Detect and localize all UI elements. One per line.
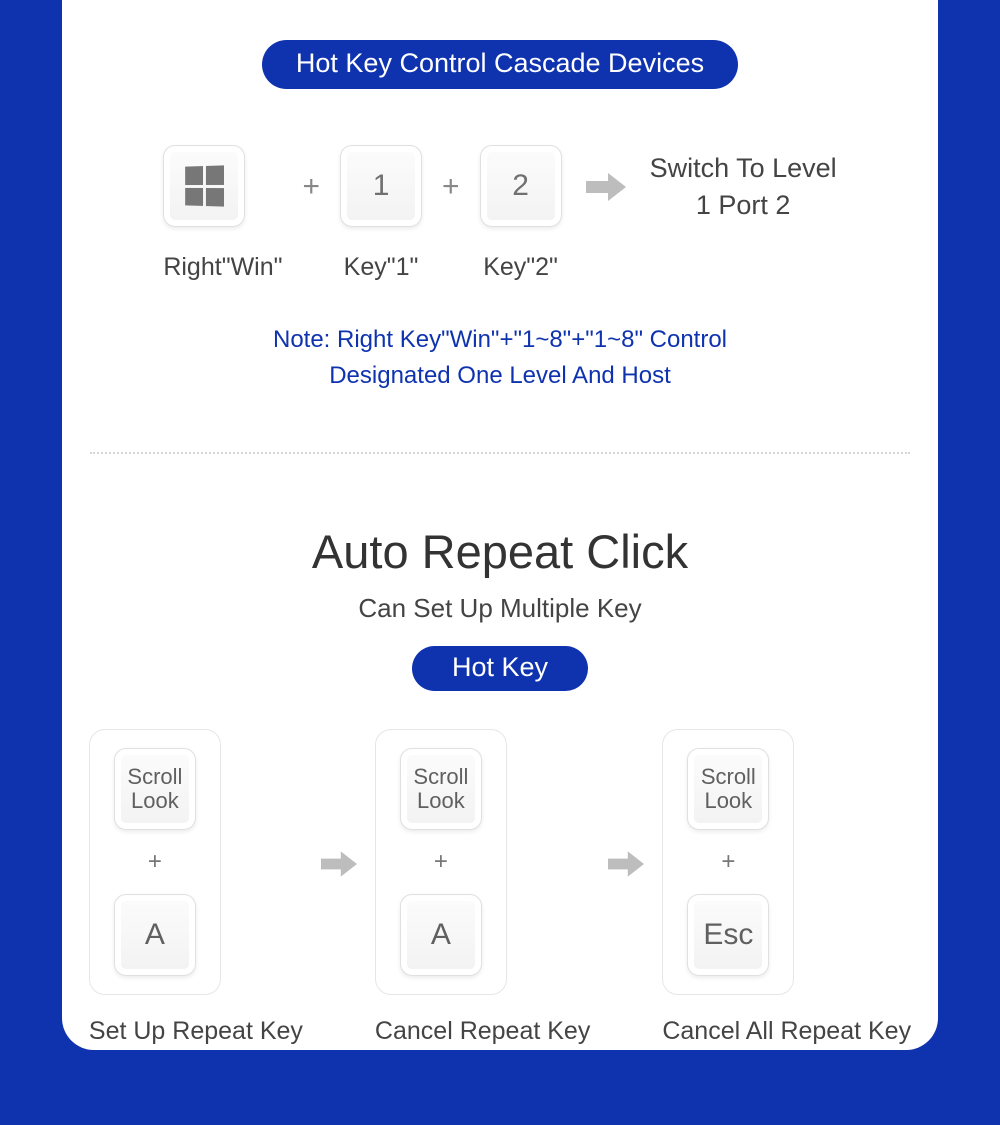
plus-sign: + xyxy=(148,848,162,876)
group-box: ScrollLook + A xyxy=(89,729,221,995)
result-line: Switch To Level xyxy=(650,150,837,186)
cascade-result: Switch To Level 1 Port 2 xyxy=(650,150,837,277)
key-label-2: Key"2" xyxy=(480,253,562,282)
ps-note: PS: Key"A" Can Instead Of Other Key xyxy=(62,1080,938,1109)
keycap-a: A xyxy=(114,894,196,976)
keycap-1: 1 xyxy=(340,145,422,227)
key-block-2: 2 Key"2" xyxy=(480,145,562,282)
keycap-a: A xyxy=(400,894,482,976)
group-label: Set Up Repeat Key xyxy=(89,1017,303,1046)
key-text: Look xyxy=(704,788,752,813)
group-cancel-all: ScrollLook + Esc Cancel All Repeat Key xyxy=(662,729,911,1046)
group-label: Cancel Repeat Key xyxy=(375,1017,590,1046)
keycap-win xyxy=(163,145,245,227)
arrow-right-icon xyxy=(315,851,363,925)
key-text: Scroll xyxy=(413,764,468,789)
plus-sign: + xyxy=(440,170,462,258)
content-card: Hot Key Control Cascade Devices Right"Wi… xyxy=(62,0,938,1050)
keycap-scroll-lock: ScrollLook xyxy=(114,748,196,830)
cascade-note: Note: Right Key"Win"+"1~8"+"1~8" Control… xyxy=(62,322,938,394)
note-line: Note: Right Key"Win"+"1~8"+"1~8" Control xyxy=(62,322,938,358)
key-label-win: Right"Win" xyxy=(163,253,282,282)
group-setup: ScrollLook + A Set Up Repeat Key xyxy=(89,729,303,1046)
key-text: Scroll xyxy=(701,764,756,789)
keycap-esc: Esc xyxy=(687,894,769,976)
keycap-scroll-lock: ScrollLook xyxy=(400,748,482,830)
key-text: Look xyxy=(417,788,465,813)
section-divider xyxy=(90,452,910,454)
key-text: Look xyxy=(131,788,179,813)
plus-sign: + xyxy=(434,848,448,876)
keycap-2: 2 xyxy=(480,145,562,227)
key-label-1: Key"1" xyxy=(340,253,422,282)
plus-sign: + xyxy=(721,848,735,876)
cascade-key-row: Right"Win" + 1 Key"1" + 2 Key"2" Switch … xyxy=(62,145,938,282)
key-block-win: Right"Win" xyxy=(163,145,282,282)
note-line: Designated One Level And Host xyxy=(62,358,938,394)
auto-repeat-sub: Can Set Up Multiple Key xyxy=(62,593,938,624)
key-text: Scroll xyxy=(127,764,182,789)
cascade-pill: Hot Key Control Cascade Devices xyxy=(262,40,738,89)
arrow-right-icon xyxy=(602,851,650,925)
auto-repeat-heading: Auto Repeat Click xyxy=(62,524,938,579)
windows-icon xyxy=(185,165,224,206)
plus-sign: + xyxy=(301,170,323,258)
key-block-1: 1 Key"1" xyxy=(340,145,422,282)
group-box: ScrollLook + Esc xyxy=(662,729,794,995)
keycap-scroll-lock: ScrollLook xyxy=(687,748,769,830)
group-cancel: ScrollLook + A Cancel Repeat Key xyxy=(375,729,590,1046)
hotkey-pill: Hot Key xyxy=(412,646,588,691)
group-label: Cancel All Repeat Key xyxy=(662,1017,911,1046)
group-box: ScrollLook + A xyxy=(375,729,507,995)
arrow-right-icon xyxy=(580,173,632,255)
result-line: 1 Port 2 xyxy=(650,187,837,223)
repeat-groups-row: ScrollLook + A Set Up Repeat Key ScrollL… xyxy=(62,729,938,1046)
